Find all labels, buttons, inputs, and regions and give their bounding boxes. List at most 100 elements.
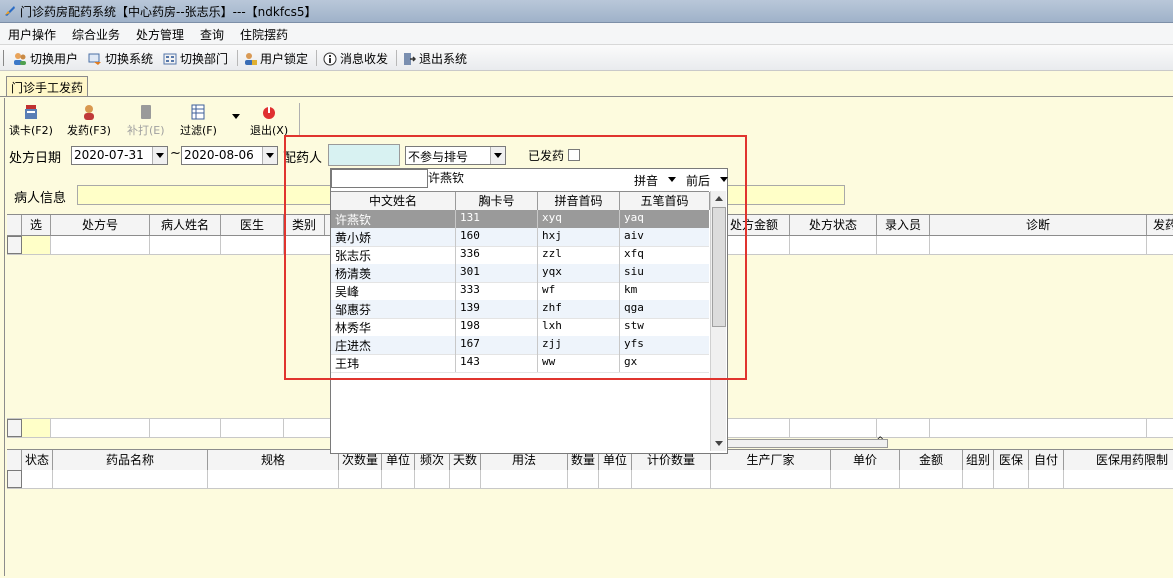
lookup-search-input[interactable] xyxy=(331,169,428,188)
lookup-row[interactable]: 邹惠芬 139 zhf qga xyxy=(331,300,709,319)
lookup-row[interactable]: 庄进杰 167 zjj yfs xyxy=(331,336,709,355)
lookup-column-divider xyxy=(537,336,538,354)
table-cell xyxy=(790,236,877,254)
dispense-button[interactable]: 发药(F3) xyxy=(67,104,111,138)
lookup-row[interactable]: 吴峰 333 wf km xyxy=(331,282,709,301)
exit-button[interactable]: 退出(X) xyxy=(250,104,288,138)
pharmacist-label: 配药人 xyxy=(283,151,323,166)
date-from-picker[interactable]: 2020-07-31 xyxy=(71,146,168,165)
user-lock-button[interactable]: 用户锁定 xyxy=(243,50,308,66)
table-cell xyxy=(339,470,382,488)
lookup-cell-card: 160 xyxy=(460,229,480,242)
col-rx-status[interactable]: 处方状态 xyxy=(790,215,877,235)
col-status[interactable]: 状态 xyxy=(22,450,53,470)
dispensed-checkbox[interactable] xyxy=(568,149,580,161)
col-patient-name[interactable]: 病人姓名 xyxy=(150,215,221,235)
lookup-row[interactable]: 王玮 143 ww gx xyxy=(331,354,709,373)
table-cell xyxy=(930,236,1147,254)
table-row[interactable] xyxy=(7,470,1173,489)
lookup-row[interactable]: 杨清羡 301 yqx siu xyxy=(331,264,709,283)
splitter-handle[interactable]: ^ xyxy=(726,436,888,448)
col-rx-no[interactable]: 处方号 xyxy=(51,215,150,235)
switch-dept-button[interactable]: 切换部门 xyxy=(163,50,228,66)
col-insurance[interactable]: 医保 xyxy=(994,450,1029,470)
lookup-column-divider xyxy=(537,246,538,264)
scroll-up-icon[interactable] xyxy=(715,196,723,201)
col-doctor[interactable]: 医生 xyxy=(221,215,284,235)
col-entry-clerk[interactable]: 录入员 xyxy=(877,215,930,235)
lookup-cell-name: 林秀华 xyxy=(335,321,372,335)
lookup-col-card[interactable]: 胸卡号 xyxy=(456,192,538,210)
scroll-down-icon[interactable] xyxy=(715,441,723,446)
queue-option-select[interactable]: 不参与排号 xyxy=(405,146,506,165)
exit-system-button[interactable]: 退出系统 xyxy=(402,50,467,66)
chevron-down-icon[interactable] xyxy=(490,147,505,164)
pharmacist-input[interactable] xyxy=(328,144,400,166)
col-unit-price[interactable]: 单价 xyxy=(831,450,900,470)
lookup-cell-pinyin: hxj xyxy=(542,229,562,242)
filter-button[interactable]: 过滤(F) xyxy=(180,104,217,138)
lookup-cell-name: 黄小娇 xyxy=(335,231,372,245)
lookup-cell-wubi: yfs xyxy=(624,337,644,350)
col-spec[interactable]: 规格 xyxy=(208,450,339,470)
col-rx-amount[interactable]: 处方金额 xyxy=(719,215,790,235)
power-icon xyxy=(263,106,276,119)
lookup-cell-name: 庄进杰 xyxy=(335,339,372,353)
read-card-button[interactable]: 读卡(F2) xyxy=(9,104,53,138)
lookup-row[interactable]: 许燕钦 131 xyq yaq xyxy=(331,210,709,229)
table-cell xyxy=(382,470,415,488)
date-to-picker[interactable]: 2020-08-06 xyxy=(181,146,278,165)
col-group[interactable]: 组别 xyxy=(963,450,994,470)
lookup-col-pinyin[interactable]: 拼音首码 xyxy=(538,192,620,210)
lookup-column-divider xyxy=(537,300,538,318)
date-from-value: 2020-07-31 xyxy=(74,148,144,162)
lookup-col-wubi[interactable]: 五笔首码 xyxy=(620,192,710,210)
lookup-cell-card: 301 xyxy=(460,265,480,278)
col-manufacturer[interactable]: 生产厂家 xyxy=(711,450,831,470)
menu-user-ops[interactable]: 用户操作 xyxy=(8,26,56,43)
col-drug-name[interactable]: 药品名称 xyxy=(53,450,208,470)
menu-query[interactable]: 查询 xyxy=(200,26,224,43)
lookup-scrollbar[interactable] xyxy=(710,191,726,451)
calendar-dropdown-icon[interactable] xyxy=(262,147,277,164)
col-self-pay[interactable]: 自付 xyxy=(1029,450,1064,470)
col-category[interactable]: 类别 xyxy=(284,215,325,235)
title-bar: 门诊药房配药系统【中心药房--张志乐】---【ndkfcs5】 xyxy=(0,0,1173,23)
tab-manual-dispense[interactable]: 门诊手工发药 xyxy=(6,76,88,96)
col-insurance-limit[interactable]: 医保用药限制 xyxy=(1064,450,1173,470)
scroll-thumb[interactable] xyxy=(712,207,726,327)
menu-general[interactable]: 综合业务 xyxy=(72,26,120,43)
match-position-select[interactable]: 前后 xyxy=(686,172,710,189)
row-select-cell[interactable] xyxy=(22,236,51,254)
switch-system-button[interactable]: 切换系统 xyxy=(88,50,153,66)
lookup-cell-name: 王玮 xyxy=(335,357,360,371)
lookup-cell-wubi: siu xyxy=(624,265,644,278)
lookup-cell-pinyin: yqx xyxy=(542,265,562,278)
menu-inpatient[interactable]: 住院摆药 xyxy=(240,26,288,43)
menu-bar: 用户操作 综合业务 处方管理 查询 住院摆药 xyxy=(0,23,1173,45)
lookup-row[interactable]: 张志乐 336 zzl xfq xyxy=(331,246,709,265)
lookup-column-divider xyxy=(619,336,620,354)
match-mode-select[interactable]: 拼音 xyxy=(634,172,658,189)
col-diagnosis[interactable]: 诊断 xyxy=(930,215,1147,235)
lookup-cell-pinyin: zzl xyxy=(542,247,562,260)
filter-dropdown-arrow-icon[interactable] xyxy=(232,114,240,119)
lookup-column-divider xyxy=(455,282,456,300)
printer-icon xyxy=(140,105,151,119)
col-amount[interactable]: 金额 xyxy=(900,450,963,470)
lookup-cell-wubi: aiv xyxy=(624,229,644,242)
col-dispense[interactable]: 发药 xyxy=(1147,215,1173,235)
reprint-button[interactable]: 补打(E) xyxy=(127,104,165,138)
table-cell xyxy=(719,236,790,254)
menu-rx-mgmt[interactable]: 处方管理 xyxy=(136,26,184,43)
calendar-dropdown-icon[interactable] xyxy=(152,147,167,164)
lookup-row[interactable]: 黄小娇 160 hxj aiv xyxy=(331,228,709,247)
lookup-cell-card: 336 xyxy=(460,247,480,260)
chevron-down-icon[interactable] xyxy=(720,177,728,182)
chevron-down-icon[interactable] xyxy=(668,177,676,182)
lookup-row[interactable]: 林秀华 198 lxh stw xyxy=(331,318,709,337)
col-select[interactable]: 选 xyxy=(22,215,51,235)
lookup-col-name[interactable]: 中文姓名 xyxy=(331,192,456,210)
switch-user-button[interactable]: 切换用户 xyxy=(13,50,78,66)
message-button[interactable]: 消息收发 xyxy=(323,50,388,66)
